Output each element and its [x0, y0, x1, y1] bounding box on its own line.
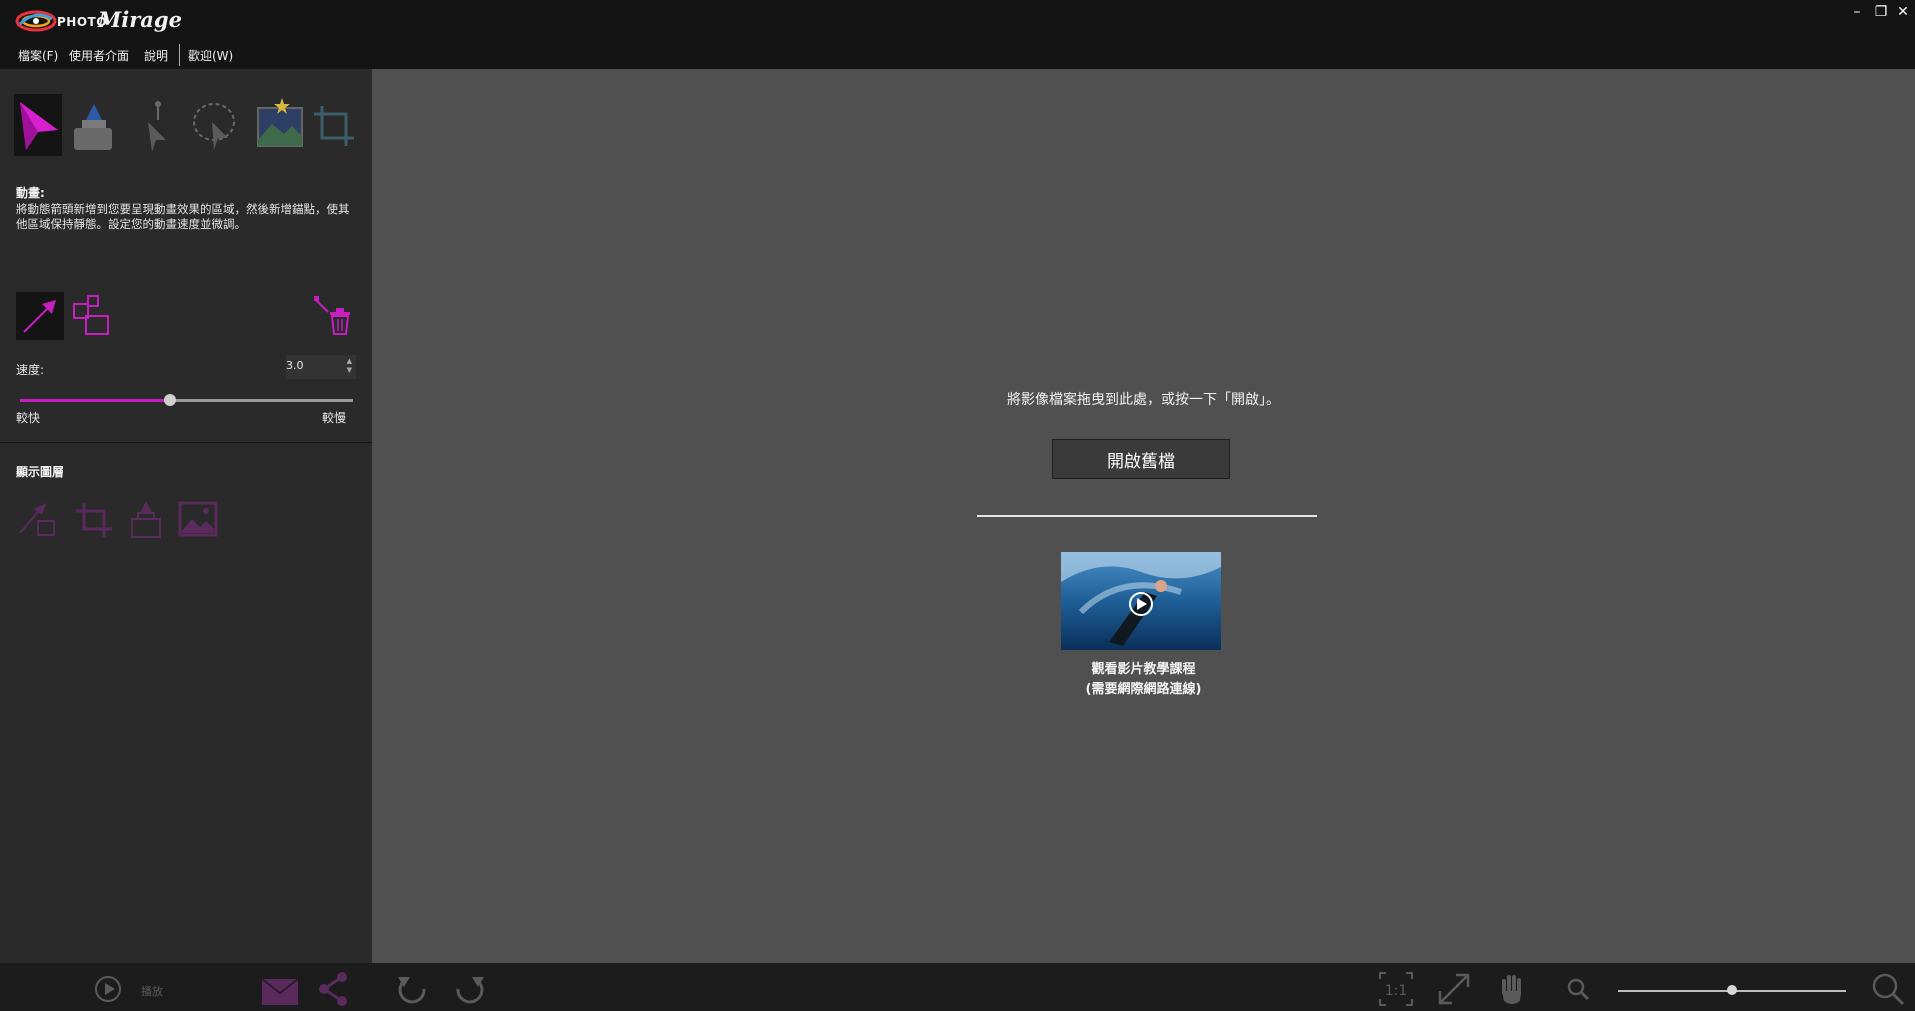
zoom-out-icon [1567, 978, 1590, 1001]
menu-bar: 檔案(F) 使用者介面 說明 歡迎(W) [0, 42, 1915, 69]
mask-layer-icon [131, 501, 161, 538]
surfer-video-image [1061, 552, 1221, 650]
canvas-divider [977, 515, 1317, 517]
motion-arrow-button[interactable] [16, 292, 64, 340]
select-arrows-button[interactable] [70, 292, 118, 340]
speed-slider-fill [20, 399, 170, 402]
animate-tool-button[interactable] [14, 94, 62, 156]
video-tutorial-title[interactable]: 觀看影片教學課程 [372, 660, 1915, 680]
menu-help[interactable]: 說明 [144, 47, 168, 64]
speed-value: 3.0 [286, 359, 304, 372]
undo-button[interactable] [394, 971, 430, 1007]
play-button[interactable] [90, 971, 126, 1007]
panel-divider [0, 442, 372, 443]
select-arrows-icon [73, 295, 109, 335]
speed-slider-thumb[interactable] [163, 394, 176, 406]
actual-size-button[interactable]: 1:1 [1378, 971, 1414, 1007]
fit-to-window-button[interactable] [1436, 971, 1472, 1007]
crop-layer-icon [76, 503, 112, 537]
minimize-button[interactable]: – [1846, 2, 1868, 22]
video-tutorial-note: (需要網際網路連線) [1085, 682, 1202, 697]
speed-input[interactable]: 3.0 ▲ ▼ [285, 354, 357, 380]
logo-name: Mirage [98, 7, 182, 32]
layer-image-toggle[interactable] [176, 497, 220, 541]
animate-section-title: 動畫: [16, 186, 45, 200]
layers-section-title: 顯示圖層 [16, 465, 65, 479]
mask-tool-button[interactable] [68, 94, 116, 156]
trash-icon [314, 296, 350, 335]
close-button[interactable]: ✕ [1892, 2, 1914, 22]
zoom-in-icon [1872, 973, 1905, 1006]
zoom-slider-thumb[interactable] [1727, 985, 1737, 995]
share-icon [319, 972, 347, 1006]
menu-welcome[interactable]: 歡迎(W) [188, 47, 233, 64]
bottom-toolbar: 播放 1:1 [0, 963, 1915, 1011]
zoom-slider[interactable] [1618, 985, 1846, 995]
speed-max-label: 較慢 [322, 411, 347, 425]
menu-file[interactable]: 檔案(F) [18, 47, 58, 64]
play-label: 播放 [141, 985, 163, 998]
zoom-out-button[interactable] [1560, 971, 1596, 1007]
actual-size-icon: 1:1 [1379, 972, 1413, 1006]
crop-tool-button[interactable] [310, 94, 358, 156]
layer-mask-toggle[interactable] [124, 497, 168, 541]
speed-label: 速度: [16, 363, 45, 377]
photomirage-logo-icon [15, 10, 57, 32]
svg-text:1:1: 1:1 [1385, 983, 1408, 999]
lasso-selection-icon [193, 103, 235, 150]
crop-icon [314, 106, 354, 146]
sky-tool-button[interactable] [256, 94, 304, 156]
undo-icon [398, 977, 426, 1004]
open-file-button[interactable]: 開啟舊檔 [1052, 439, 1230, 479]
layer-crop-toggle[interactable] [72, 497, 116, 541]
canvas-area[interactable]: 將影像檔案拖曳到此處，或按一下「開啟」。 開啟舊檔 觀看影片教學課程 (需要網際… [372, 69, 1915, 963]
drop-hint: 將影像檔案拖曳到此處，或按一下「開啟」。 [1007, 392, 1280, 408]
email-button[interactable] [261, 971, 299, 1007]
speed-slider[interactable] [20, 394, 353, 406]
animate-arrow-icon [20, 102, 58, 150]
redo-icon [456, 977, 484, 1004]
selection-tool-button[interactable] [188, 94, 236, 156]
video-tutorial-thumbnail[interactable] [1061, 552, 1221, 650]
sky-image-icon [257, 98, 303, 147]
restore-button[interactable]: ❐ [1870, 2, 1892, 22]
hand-icon [1502, 975, 1521, 1004]
animation-layer-icon [19, 503, 55, 536]
motion-arrow-icon [23, 300, 56, 333]
delete-arrows-button[interactable] [310, 292, 358, 340]
layer-animation-toggle[interactable] [16, 497, 60, 541]
menu-interface[interactable]: 使用者介面 [69, 47, 129, 64]
zoom-in-button[interactable] [1870, 971, 1906, 1007]
title-bar: PHOTO Mirage – ❐ ✕ [0, 0, 1915, 42]
spin-arrows-icon[interactable]: ▲ ▼ [347, 357, 352, 375]
animate-description: 將動態箭頭新增到您要呈現動畫效果的區域，然後新增錨點，使其他區域保持靜態。設定您… [16, 202, 350, 231]
tool-panel: 動畫: 將動態箭頭新增到您要呈現動畫效果的區域，然後新增錨點，使其他區域保持靜態… [0, 69, 372, 963]
expand-icon [1438, 973, 1470, 1005]
menu-separator [179, 44, 180, 66]
pan-button[interactable] [1494, 971, 1530, 1007]
email-icon [261, 978, 299, 1005]
image-layer-icon [178, 501, 218, 537]
anchor-tool-button[interactable] [134, 94, 182, 156]
redo-button[interactable] [452, 971, 488, 1007]
speed-min-label: 較快 [16, 411, 41, 425]
anchor-point-icon [148, 101, 166, 152]
share-button[interactable] [316, 971, 352, 1007]
play-circle-icon [95, 976, 121, 1002]
mask-brush-icon [74, 104, 112, 150]
